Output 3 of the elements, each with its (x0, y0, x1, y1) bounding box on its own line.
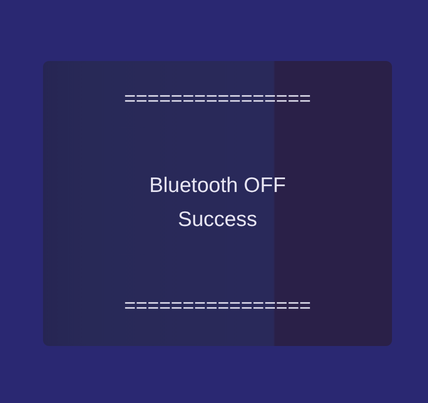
divider-text: ================ (124, 294, 311, 319)
toast-message: Bluetooth OFF Success (149, 172, 286, 232)
divider-text: ================ (124, 87, 311, 112)
